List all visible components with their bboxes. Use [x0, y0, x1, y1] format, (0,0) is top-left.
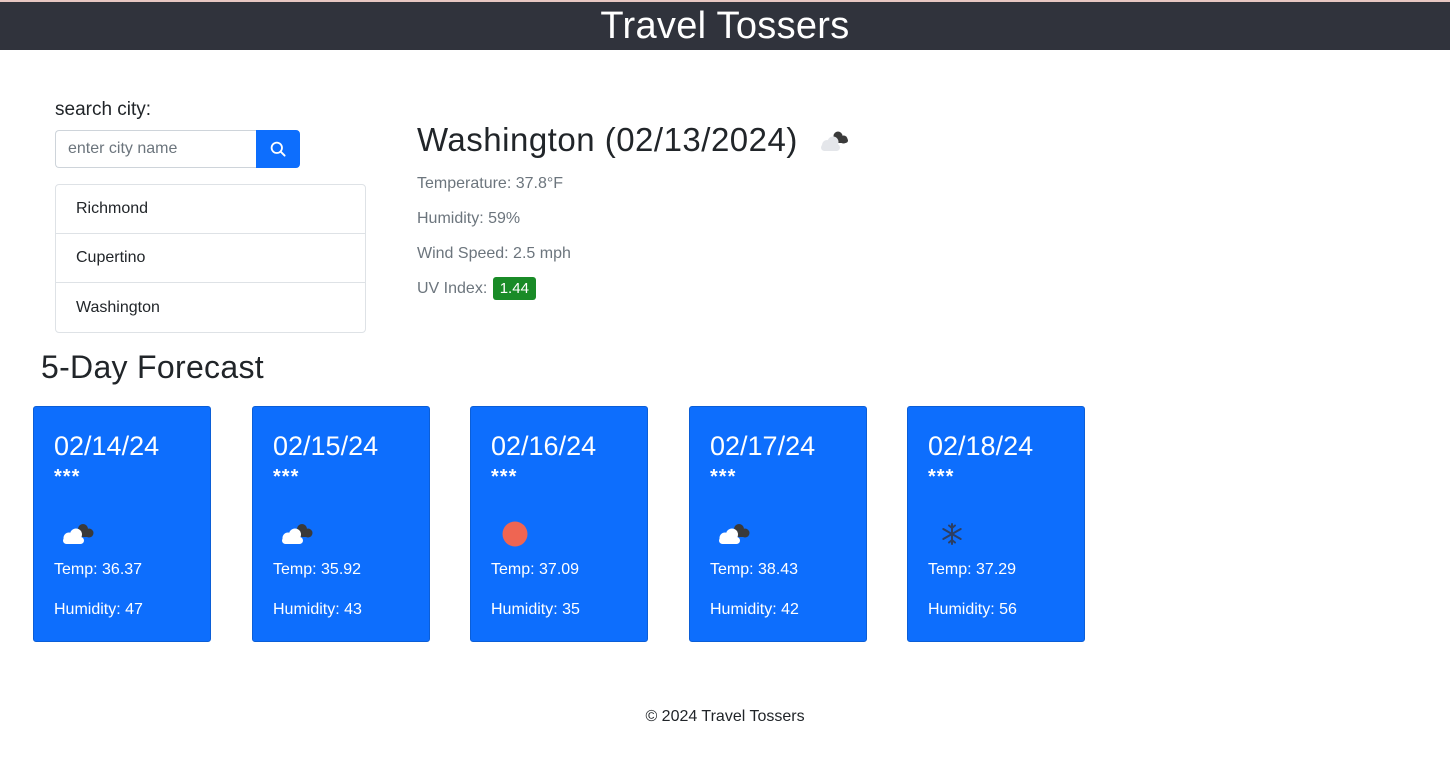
clouds-icon: [63, 524, 94, 544]
current-weather: Washington (02/13/2024) Temperature: 37.…: [417, 118, 854, 300]
search-icon: [270, 141, 286, 157]
clouds-icon: [719, 524, 750, 544]
forecast-temp: Temp: 36.37: [54, 561, 143, 578]
forecast-date: 02/15/24: [273, 431, 379, 461]
search-button[interactable]: [256, 130, 300, 168]
forecast-stars: ***: [491, 466, 518, 488]
forecast-date: 02/14/24: [54, 431, 160, 461]
forecast-card: 02/18/24 *** Temp: 37.29 Humidity: 56: [907, 406, 1085, 642]
footer-copyright: © 2024 Travel Tossers: [645, 708, 805, 725]
forecast-card: 02/17/24 *** Temp: 38.43 Humidity: 42: [689, 406, 867, 642]
history-item-richmond[interactable]: Richmond: [56, 185, 365, 234]
search-input[interactable]: [55, 130, 256, 168]
forecast-card: 02/15/24 *** Temp: 35.92 Humidity: 43: [252, 406, 430, 642]
forecast-temp: Temp: 35.92: [273, 561, 362, 578]
search-history-list: Richmond Cupertino Washington: [55, 184, 366, 333]
history-item-cupertino[interactable]: Cupertino: [56, 234, 365, 283]
app-title: Travel Tossers: [600, 5, 850, 47]
forecast-humidity: Humidity: 35: [491, 601, 580, 618]
clouds-icon: [282, 524, 313, 544]
forecast-card: 02/16/24 *** Temp: 37.09 Humidity: 35: [470, 406, 648, 642]
search-form: [55, 130, 300, 168]
forecast-stars: ***: [273, 466, 300, 488]
forecast-stars: ***: [710, 466, 737, 488]
current-weather-heading: Washington (02/13/2024): [417, 118, 854, 162]
current-humidity: Humidity: 59%: [417, 210, 521, 227]
forecast-stars: ***: [54, 466, 81, 488]
forecast-humidity: Humidity: 47: [54, 601, 143, 618]
forecast-date: 02/16/24: [491, 431, 597, 461]
app-header: Travel Tossers: [0, 2, 1450, 50]
forecast-humidity: Humidity: 42: [710, 601, 799, 618]
uv-index-label: UV Index:: [417, 280, 488, 297]
forecast-temp: Temp: 37.09: [491, 561, 580, 578]
forecast-card: 02/14/24 *** Temp: 36.37 Humidity: 47: [33, 406, 211, 642]
sun-icon: [502, 521, 528, 547]
forecast-humidity: Humidity: 56: [928, 601, 1017, 618]
current-wind-speed: Wind Speed: 2.5 mph: [417, 245, 571, 262]
forecast-date: 02/18/24: [928, 431, 1034, 461]
current-city-date: Washington (02/13/2024): [417, 121, 798, 158]
clouds-icon: [820, 131, 848, 151]
history-item-washington[interactable]: Washington: [56, 283, 365, 332]
snowflake-icon: [942, 523, 962, 545]
search-label: search city:: [55, 99, 152, 120]
current-temperature: Temperature: 37.8°F: [417, 175, 564, 192]
forecast-humidity: Humidity: 43: [273, 601, 362, 618]
forecast-stars: ***: [928, 466, 955, 488]
forecast-title: 5-Day Forecast: [41, 349, 264, 385]
current-uv-row: UV Index: 1.44: [417, 277, 536, 300]
forecast-temp: Temp: 38.43: [710, 561, 799, 578]
forecast-temp: Temp: 37.29: [928, 561, 1017, 578]
forecast-date: 02/17/24: [710, 431, 816, 461]
uv-index-badge: 1.44: [492, 277, 536, 300]
